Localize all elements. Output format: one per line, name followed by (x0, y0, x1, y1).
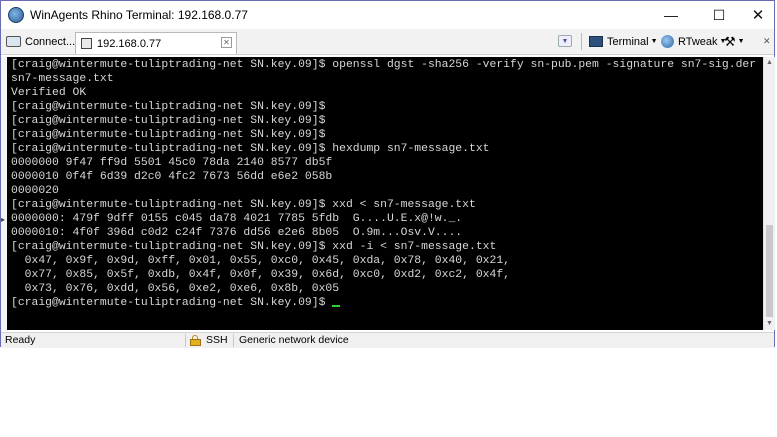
chevron-down-icon: ▼ (737, 38, 745, 45)
terminal-prompt: [craig@wintermute-tuliptrading-net SN.ke… (11, 297, 333, 309)
status-device: Generic network device (239, 334, 349, 346)
status-ready: Ready (5, 334, 36, 346)
terminal-line: [craig@wintermute-tuliptrading-net SN.ke… (11, 59, 757, 71)
status-divider (233, 334, 234, 347)
terminal-icon (81, 38, 92, 49)
terminal-line: 0000000: 479f 9dff 0155 c045 da78 4021 7… (11, 213, 463, 225)
rtweak-menu-button[interactable]: RTweak ▼ (661, 32, 726, 51)
monitor-icon (6, 36, 21, 47)
connect-button[interactable]: Connect... (6, 32, 75, 51)
maximize-button[interactable]: ☐ (699, 1, 739, 29)
text-cursor (332, 305, 341, 307)
tools-menu-button[interactable]: ⚒ ▼ (724, 32, 745, 51)
terminal-line: 0000020 (11, 185, 59, 197)
terminal-line: [craig@wintermute-tuliptrading-net SN.ke… (11, 129, 326, 141)
terminal-output[interactable]: [craig@wintermute-tuliptrading-net SN.ke… (7, 57, 763, 330)
connect-label: Connect... (25, 35, 76, 48)
vertical-scrollbar[interactable]: ▲ ▼ (763, 57, 775, 330)
status-protocol: SSH (206, 334, 228, 346)
rtweak-label: RTweak (678, 35, 718, 48)
status-bar: Ready SSH Generic network device (1, 332, 774, 348)
terminal-prompt-line: [craig@wintermute-tuliptrading-net SN.ke… (11, 296, 341, 310)
rtweak-icon (661, 35, 674, 48)
tab-session[interactable]: 192.168.0.77 ✕ (75, 32, 237, 54)
scroll-up-icon[interactable]: ▲ (764, 57, 775, 69)
chevron-down-icon: ▼ (561, 37, 569, 45)
terminal-line: sn7-message.txt (11, 73, 114, 85)
status-divider (185, 334, 186, 347)
window-title: WinAgents Rhino Terminal: 192.168.0.77 (30, 8, 248, 22)
terminal-icon (589, 36, 603, 47)
tab-list-dropdown[interactable]: ▼ (558, 35, 572, 47)
tools-icon: ⚒ (724, 33, 736, 49)
tab-label: 192.168.0.77 (97, 37, 162, 50)
terminal-line: 0x77, 0x85, 0x5f, 0xdb, 0x4f, 0x0f, 0x39… (11, 269, 510, 281)
toolbar: Connect... 192.168.0.77 ✕ ▼ Terminal ▼ R… (1, 29, 774, 55)
tab-close-icon[interactable]: ✕ (221, 37, 232, 48)
terminal-line: [craig@wintermute-tuliptrading-net SN.ke… (11, 143, 490, 155)
terminal-line: [craig@wintermute-tuliptrading-net SN.ke… (11, 115, 326, 127)
terminal-label: Terminal (607, 35, 649, 48)
gutter-arrow-icon: ▸ (1, 215, 6, 224)
close-panel-icon[interactable]: ✕ (763, 32, 771, 51)
close-button[interactable]: ✕ (738, 1, 777, 29)
lock-icon (190, 335, 201, 346)
terminal-line: 0000010 0f4f 6d39 d2c0 4fc2 7673 56dd e6… (11, 171, 333, 183)
terminal-line: Verified OK (11, 87, 87, 99)
title-bar[interactable]: WinAgents Rhino Terminal: 192.168.0.77 —… (1, 1, 774, 29)
terminal-line: 0000000 9f47 ff9d 5501 45c0 78da 2140 85… (11, 157, 333, 169)
terminal-line: 0000010: 4f0f 396d c0d2 c24f 7376 dd56 e… (11, 227, 463, 239)
chevron-down-icon: ▼ (650, 38, 658, 45)
minimize-button[interactable]: — (651, 1, 691, 29)
terminal-line: [craig@wintermute-tuliptrading-net SN.ke… (11, 199, 476, 211)
terminal-line: [craig@wintermute-tuliptrading-net SN.ke… (11, 241, 497, 253)
terminal-menu-button[interactable]: Terminal ▼ (589, 32, 658, 51)
app-logo-icon (8, 7, 24, 23)
scroll-thumb[interactable] (766, 225, 773, 317)
toolbar-divider (581, 33, 582, 50)
terminal-line: 0x73, 0x76, 0xdd, 0x56, 0xe2, 0xe6, 0x8b… (11, 283, 340, 295)
terminal-line: 0x47, 0x9f, 0x9d, 0xff, 0x01, 0x55, 0xc0… (11, 255, 510, 267)
scroll-down-icon[interactable]: ▼ (764, 318, 775, 330)
terminal-line: [craig@wintermute-tuliptrading-net SN.ke… (11, 101, 326, 113)
app-window: WinAgents Rhino Terminal: 192.168.0.77 —… (0, 0, 775, 348)
